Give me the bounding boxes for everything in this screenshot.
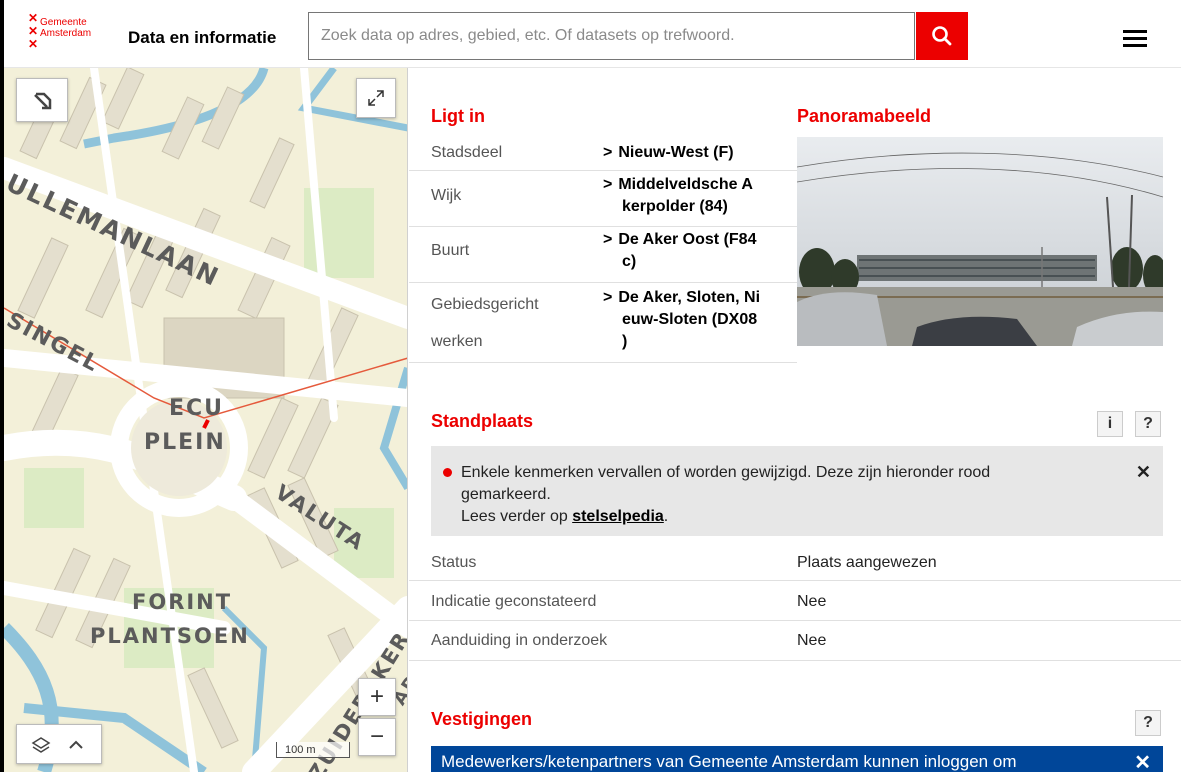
row-divider bbox=[409, 226, 797, 227]
zoom-out-button[interactable]: − bbox=[358, 718, 396, 756]
logo-cross-icon: ✕ bbox=[28, 37, 39, 51]
panorama-title: Panoramabeeld bbox=[797, 106, 932, 126]
row-divider bbox=[409, 620, 1181, 621]
notice-close-button[interactable]: ✕ bbox=[1136, 462, 1151, 483]
chevron-right-icon: > bbox=[603, 144, 613, 161]
ligt-in-label-buurt: Buurt bbox=[431, 242, 470, 259]
login-banner: Medewerkers/ketenpartners van Gemeente A… bbox=[431, 746, 1163, 772]
row-divider bbox=[409, 282, 797, 283]
row-divider bbox=[409, 660, 1181, 661]
row-divider bbox=[409, 362, 797, 363]
vestigingen-help-button[interactable]: ? bbox=[1135, 710, 1161, 736]
search-icon bbox=[932, 26, 952, 46]
gemeente-amsterdam-logo[interactable]: ✕ ✕ ✕ Gemeente Amsterdam bbox=[28, 10, 116, 58]
ligt-in-link-buurt[interactable]: > De Aker Oost (F84 c) bbox=[603, 229, 793, 273]
login-banner-close-button[interactable]: ✕ bbox=[1134, 750, 1151, 772]
map[interactable]: ULLEMANLAAN SINGEL ECU PLEIN VALUTA FORI… bbox=[4, 68, 408, 772]
chevron-right-icon: > bbox=[603, 289, 613, 306]
panorama-image[interactable] bbox=[797, 137, 1163, 346]
hamburger-menu-icon bbox=[1123, 29, 1147, 33]
row-divider bbox=[409, 580, 1181, 581]
login-banner-text: Medewerkers/ketenpartners van Gemeente A… bbox=[441, 752, 1017, 771]
map-label-ecu: ECU bbox=[169, 396, 225, 421]
search-box bbox=[308, 12, 915, 60]
ligt-in-label-gebiedsgericht: Gebiedsgericht werken bbox=[431, 296, 539, 350]
menu-button[interactable] bbox=[1118, 24, 1152, 52]
status-label: Status bbox=[431, 554, 477, 571]
stelselpedia-link[interactable]: stelselpedia bbox=[572, 508, 664, 525]
ligt-in-label-wijk: Wijk bbox=[431, 187, 462, 204]
help-button[interactable]: ? bbox=[1135, 411, 1161, 437]
ligt-in-title: Ligt in bbox=[431, 106, 485, 126]
map-label-plein: PLEIN bbox=[144, 430, 226, 455]
status-value: Plaats aangewezen bbox=[797, 554, 937, 571]
map-label-plantsoen: PLANTSOEN bbox=[90, 624, 250, 648]
map-layers-button[interactable] bbox=[16, 724, 102, 764]
vestigingen-title: Vestigingen bbox=[431, 709, 533, 729]
indicatie-label: Indicatie geconstateerd bbox=[431, 593, 597, 610]
map-label-forint: FORINT bbox=[132, 590, 233, 614]
map-scale-label: 100 m bbox=[285, 744, 316, 756]
fullscreen-button[interactable] bbox=[356, 78, 396, 118]
ligt-in-link-gebiedsgericht[interactable]: > De Aker, Sloten, Ni euw-Sloten (DX08 ) bbox=[603, 287, 793, 353]
chevron-right-icon: > bbox=[603, 176, 613, 193]
site-title[interactable]: Data en informatie bbox=[128, 28, 276, 48]
row-divider bbox=[409, 170, 797, 171]
notice-banner: Enkele kenmerken vervallen of worden gew… bbox=[431, 446, 1163, 536]
logo-line2: Amsterdam bbox=[40, 28, 92, 39]
streetview-toggle-button[interactable] bbox=[16, 78, 68, 122]
ligt-in-label-stadsdeel: Stadsdeel bbox=[431, 144, 503, 161]
chevron-up-icon bbox=[69, 740, 83, 749]
expand-icon bbox=[368, 90, 384, 106]
logo-line1: Gemeente bbox=[40, 17, 87, 28]
aanduiding-label: Aanduiding in onderzoek bbox=[431, 632, 608, 649]
chevron-right-icon: > bbox=[603, 231, 613, 248]
panorama-picture bbox=[797, 137, 1163, 346]
standplaats-title: Standplaats bbox=[431, 411, 534, 431]
warning-dot-icon bbox=[443, 468, 452, 477]
search-input[interactable] bbox=[309, 13, 914, 59]
aanduiding-value: Nee bbox=[797, 632, 827, 649]
search-button[interactable] bbox=[916, 12, 968, 60]
ligt-in-link-stadsdeel[interactable]: > Nieuw-West (F) bbox=[603, 142, 793, 164]
zoom-in-button[interactable]: + bbox=[358, 678, 396, 716]
map-scale-bar: 100 m bbox=[276, 742, 350, 758]
indicatie-value: Nee bbox=[797, 593, 827, 610]
ligt-in-link-wijk[interactable]: > Middelveldsche A kerpolder (84) bbox=[603, 174, 793, 218]
logo-cross-icon: ✕ bbox=[28, 11, 39, 25]
logo-cross-icon: ✕ bbox=[28, 24, 39, 38]
info-button[interactable]: i bbox=[1097, 411, 1123, 437]
panorama-camera-icon bbox=[34, 92, 52, 110]
layers-icon bbox=[31, 737, 51, 753]
